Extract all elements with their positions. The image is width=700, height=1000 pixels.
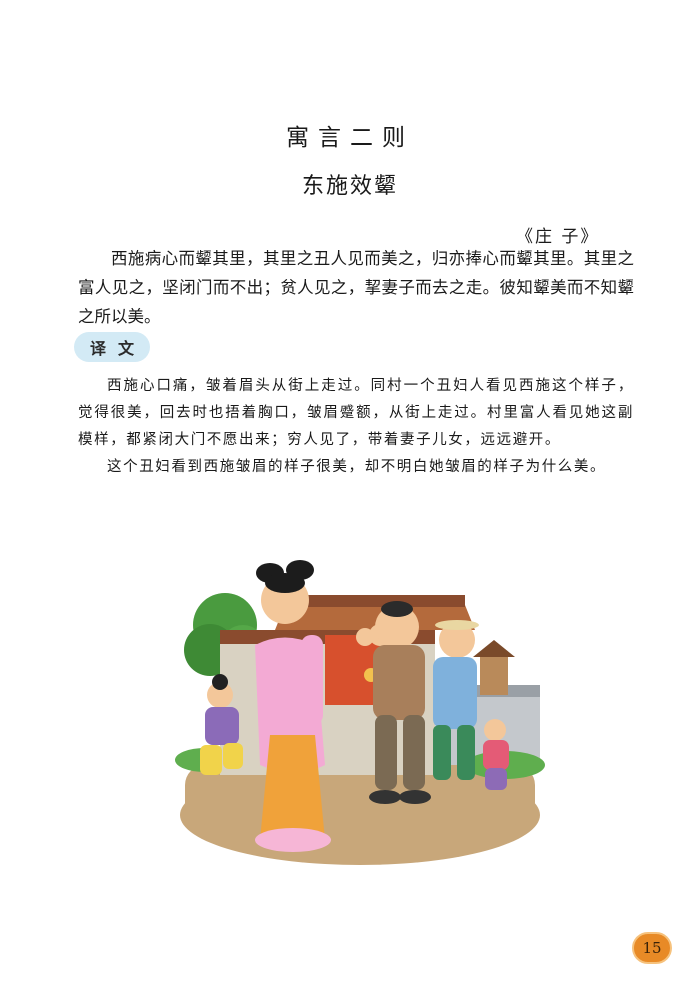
translation-text: 西施心口痛，皱着眉头从街上走过。同村一个丑妇人看见西施这个样子，觉得很美，回去时… xyxy=(78,373,634,481)
original-text: 西施病心而颦其里，其里之丑人见而美之，归亦捧心而颦其里。其里之富人见之，坚闭门而… xyxy=(78,249,634,326)
translation-label: 译文 xyxy=(74,332,150,362)
watchtower xyxy=(480,655,508,695)
fable-illustration xyxy=(175,560,545,865)
translation-paragraph-1: 西施心口痛，皱着眉头从街上走过。同村一个丑妇人看见西施这个样子，觉得很美，回去时… xyxy=(78,378,634,448)
page-title: 寓言二则 xyxy=(286,125,414,151)
small-child xyxy=(484,719,506,741)
fable-title: 东施效颦 xyxy=(301,174,398,199)
translation-paragraph-2: 这个丑妇看到西施皱眉的样子很美，却不明白她皱眉的样子为什么美。 xyxy=(107,459,607,475)
page-number: 15 xyxy=(632,932,672,964)
